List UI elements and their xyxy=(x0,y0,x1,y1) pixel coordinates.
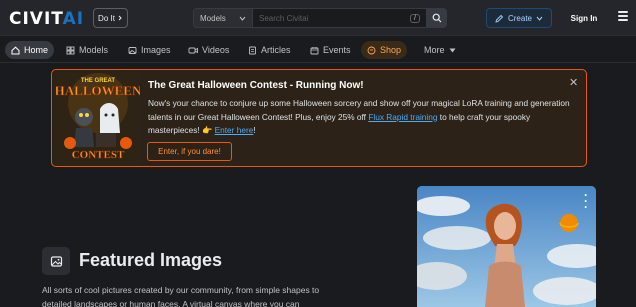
banner-title: The Great Halloween Contest - Running No… xyxy=(148,80,364,91)
featured-artwork xyxy=(417,186,596,307)
civitai-logo[interactable]: CIVITAI xyxy=(9,9,84,29)
search-icon xyxy=(432,13,442,23)
nav-shop[interactable]: Shop xyxy=(361,41,408,59)
close-icon[interactable]: ✕ xyxy=(569,76,578,89)
artwork-heading-bottom: CONTEST xyxy=(72,149,125,161)
sign-in-button[interactable]: Sign In xyxy=(562,8,606,28)
nav-events-label: Events xyxy=(323,45,351,55)
more-options-icon[interactable]: · · · xyxy=(584,189,588,213)
create-label: Create xyxy=(507,13,532,23)
nav-articles[interactable]: Articles xyxy=(242,41,297,59)
halloween-illustration: THE GREAT HALLOWEEN CONTEST xyxy=(56,73,140,165)
nav-home[interactable]: Home xyxy=(5,41,55,59)
top-header: CIVITAI Do It Models Search Civitai / Cr… xyxy=(0,0,636,36)
caret-down-icon xyxy=(449,48,456,52)
banner-text-end: ! xyxy=(253,125,256,135)
video-icon xyxy=(188,47,198,53)
search-input[interactable]: Search Civitai / xyxy=(253,8,427,28)
nav-events[interactable]: Events xyxy=(304,41,357,59)
halloween-contest-artwork[interactable]: THE GREAT HALLOWEEN CONTEST xyxy=(56,73,140,165)
do-it-button[interactable]: Do It xyxy=(93,8,128,28)
nav-shop-label: Shop xyxy=(380,45,402,55)
search-category-select[interactable]: Models xyxy=(193,8,253,28)
logo-ai-text: AI xyxy=(62,9,85,29)
banner-description: Now's your chance to conjure up some Hal… xyxy=(148,97,573,138)
featured-image-card[interactable]: · · · xyxy=(417,186,596,307)
enter-contest-button[interactable]: Enter, if you dare! xyxy=(147,142,232,161)
search-bar: Models Search Civitai / xyxy=(193,8,447,28)
main-nav: Home Models Images Videos Articles Event… xyxy=(0,37,636,63)
logo-main-text: CIVIT xyxy=(9,9,63,29)
nav-videos-label: Videos xyxy=(202,45,230,55)
nav-articles-label: Articles xyxy=(261,45,291,55)
nav-home-label: Home xyxy=(24,45,49,55)
halloween-contest-banner: THE GREAT HALLOWEEN CONTEST The Great Ha… xyxy=(51,69,587,167)
enter-here-link[interactable]: Enter here xyxy=(215,125,254,135)
flux-rapid-training-link[interactable]: Flux Rapid training xyxy=(368,112,437,122)
nav-videos[interactable]: Videos xyxy=(182,41,235,59)
calendar-icon xyxy=(310,46,319,54)
shop-icon xyxy=(367,46,376,54)
nav-more-label: More xyxy=(424,45,445,55)
search-placeholder: Search Civitai xyxy=(259,13,309,23)
image-icon xyxy=(128,46,137,54)
chevron-right-icon xyxy=(118,15,122,21)
menu-icon[interactable] xyxy=(618,11,628,23)
nav-images-label: Images xyxy=(141,45,171,55)
pen-icon xyxy=(495,14,504,23)
search-button[interactable] xyxy=(427,8,447,28)
create-button[interactable]: Create xyxy=(486,8,552,28)
search-category-value: Models xyxy=(200,13,226,23)
nav-models-label: Models xyxy=(79,45,109,55)
search-shortcut-hint: / xyxy=(410,13,420,23)
chevron-down-icon xyxy=(536,16,543,21)
nav-more[interactable]: More xyxy=(418,41,462,59)
chevron-down-icon xyxy=(239,16,246,21)
featured-images-description: All sorts of cool pictures created by ou… xyxy=(42,285,320,307)
home-icon xyxy=(11,46,20,54)
nav-images[interactable]: Images xyxy=(122,41,177,59)
do-it-label: Do It xyxy=(98,13,115,23)
featured-images-title: Featured Images xyxy=(79,250,223,270)
image-icon xyxy=(50,255,62,267)
featured-images-icon xyxy=(42,247,70,275)
artwork-heading-main: HALLOWEEN xyxy=(56,83,140,98)
grid-icon xyxy=(66,46,75,54)
nav-models[interactable]: Models xyxy=(60,41,114,59)
article-icon xyxy=(249,46,256,54)
hand-pointing-icon: 👉 xyxy=(201,125,215,135)
